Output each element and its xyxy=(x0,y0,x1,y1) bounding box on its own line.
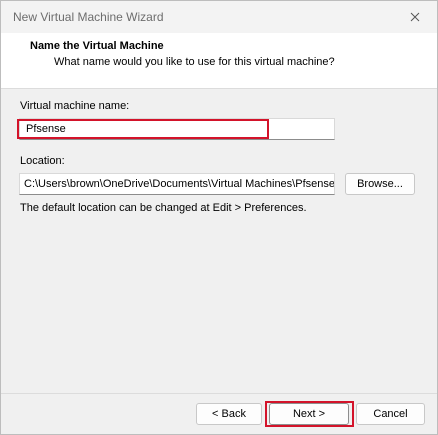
window-title: New Virtual Machine Wizard xyxy=(13,10,164,24)
location-label: Location: xyxy=(20,155,65,167)
wizard-window: New Virtual Machine Wizard Name the Virt… xyxy=(0,0,438,435)
cancel-button[interactable]: Cancel xyxy=(356,403,425,425)
back-button[interactable]: < Back xyxy=(196,403,262,425)
wizard-header: Name the Virtual Machine What name would… xyxy=(1,33,437,89)
page-subtitle: What name would you like to use for this… xyxy=(54,56,335,68)
page-title: Name the Virtual Machine xyxy=(30,40,164,52)
highlight-box-name xyxy=(17,119,269,139)
browse-button[interactable]: Browse... xyxy=(345,173,415,195)
highlight-box-next xyxy=(265,401,354,427)
vm-name-label: Virtual machine name: xyxy=(20,100,130,112)
footer-divider xyxy=(1,393,437,394)
location-hint: The default location can be changed at E… xyxy=(20,202,307,214)
title-bar: New Virtual Machine Wizard xyxy=(1,1,437,33)
close-icon[interactable] xyxy=(399,5,431,29)
location-input[interactable]: C:\Users\brown\OneDrive\Documents\Virtua… xyxy=(19,173,335,195)
